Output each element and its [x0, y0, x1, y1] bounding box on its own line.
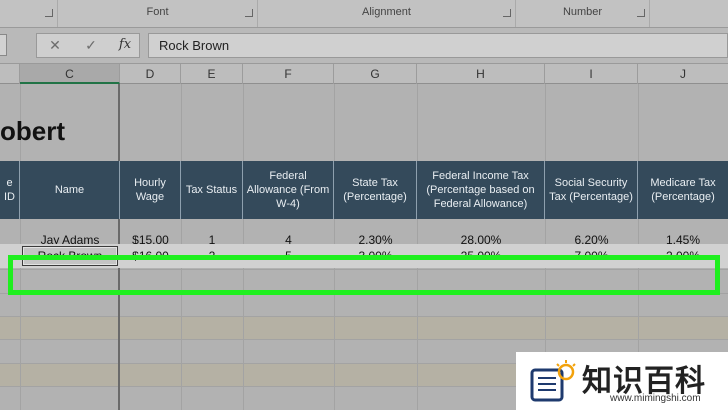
dialog-launcher-icon[interactable] [637, 9, 645, 17]
column-header-d[interactable]: D [120, 64, 181, 84]
insert-function-button[interactable]: fx [115, 37, 135, 52]
header-federal-allowance[interactable]: Federal Allowance (From W-4) [243, 161, 334, 219]
ribbon-group-font: Font [58, 0, 258, 27]
watermark-url: www.mimingshi.com [610, 393, 701, 404]
ribbon-group-number: Number [516, 0, 650, 27]
watermark: 知识百科 www.mimingshi.com [516, 352, 728, 410]
gridline [0, 316, 728, 317]
column-header-partial[interactable] [0, 64, 20, 84]
header-medicare-tax[interactable]: Medicare Tax (Percentage) [638, 161, 728, 219]
cell-medicare-tax[interactable]: 1.45% [638, 231, 728, 246]
dialog-launcher-icon[interactable] [503, 9, 511, 17]
column-header-c[interactable]: C [20, 64, 120, 84]
dialog-launcher-icon[interactable] [45, 9, 53, 17]
ribbon-group-clipboard [0, 0, 58, 27]
ribbon-group-label: Alignment [362, 6, 411, 18]
column-header-i[interactable]: I [545, 64, 638, 84]
cell-state-tax[interactable]: 2.30% [334, 231, 417, 246]
ribbon-group-label: Number [562, 6, 603, 18]
header-employee-id[interactable]: e ID [0, 161, 20, 219]
cell-federal-allowance[interactable]: 4 [243, 231, 334, 246]
check-icon[interactable]: ✓ [81, 37, 101, 54]
column-header-j[interactable]: J [638, 64, 728, 84]
ribbon-group-alignment: Alignment [258, 0, 516, 27]
header-name[interactable]: Name [20, 161, 120, 219]
book-lightbulb-icon [530, 360, 576, 402]
cell-social-security-tax[interactable]: 6.20% [545, 231, 638, 246]
table-header-row: e ID Name Hourly Wage Tax Status Federal… [0, 161, 728, 219]
gridline [0, 339, 728, 340]
cell-hourly-wage[interactable]: $15.00 [120, 231, 181, 246]
row-band [0, 316, 728, 339]
column-header-row: C D E F G H I J [0, 64, 728, 84]
highlight-box [8, 255, 720, 295]
formula-buttons: ✕ ✓ fx [36, 33, 140, 58]
header-federal-income-tax[interactable]: Federal Income Tax (Percentage based on … [417, 161, 545, 219]
column-header-h[interactable]: H [417, 64, 545, 84]
ribbon-group-labels: Font Alignment Number [0, 0, 728, 28]
formula-input[interactable]: Rock Brown [148, 33, 728, 58]
header-state-tax[interactable]: State Tax (Percentage) [334, 161, 417, 219]
header-social-security-tax[interactable]: Social Security Tax (Percentage) [545, 161, 638, 219]
column-header-g[interactable]: G [334, 64, 417, 84]
sheet-title: obert [0, 116, 65, 146]
cell-name[interactable]: Jay Adams [20, 231, 120, 246]
ribbon-group-label: Font [146, 6, 169, 18]
header-hourly-wage[interactable]: Hourly Wage [120, 161, 181, 219]
cell-tax-status[interactable]: 1 [181, 231, 243, 246]
dialog-launcher-icon[interactable] [245, 9, 253, 17]
cell-federal-income-tax[interactable]: 28.00% [417, 231, 545, 246]
header-tax-status[interactable]: Tax Status [181, 161, 243, 219]
column-header-f[interactable]: F [243, 64, 334, 84]
formula-bar: ✕ ✓ fx Rock Brown [0, 28, 728, 64]
column-header-e[interactable]: E [181, 64, 243, 84]
name-box[interactable] [0, 34, 7, 56]
close-icon[interactable]: ✕ [45, 37, 65, 54]
